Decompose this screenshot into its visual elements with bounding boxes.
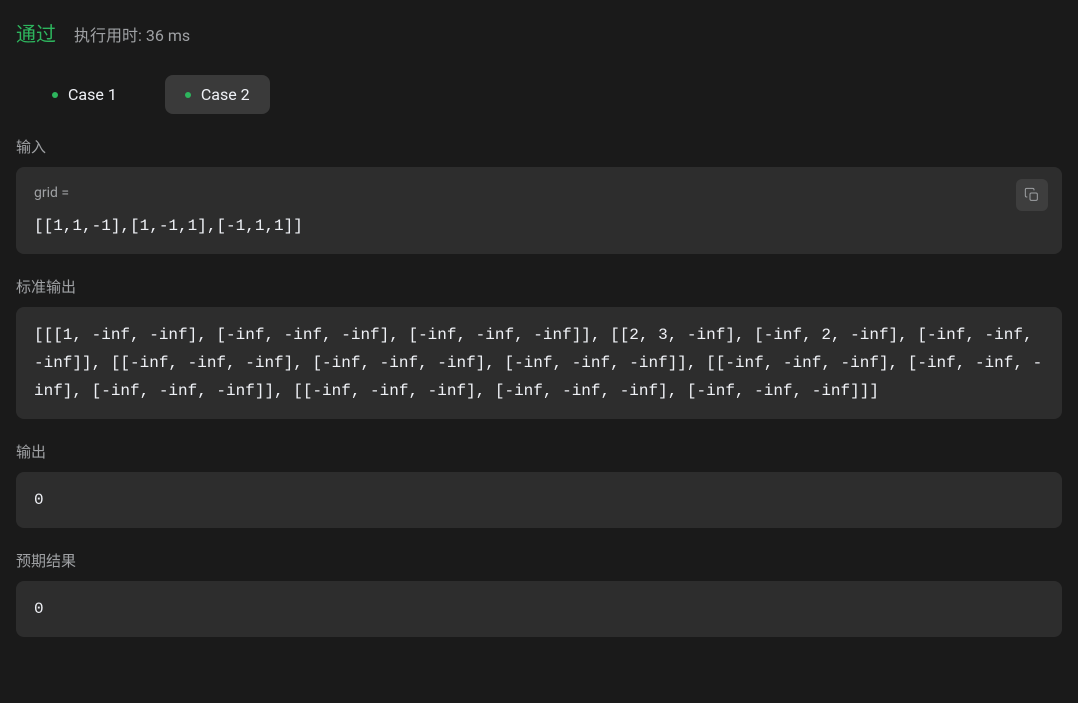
status-dot-icon: [185, 92, 191, 98]
input-label: 输入: [16, 136, 1062, 157]
output-value: 0: [34, 486, 1044, 514]
stdout-code-box: [[[1, -inf, -inf], [-inf, -inf, -inf], […: [16, 307, 1062, 419]
tab-label: Case 2: [201, 85, 250, 104]
copy-button[interactable]: [1016, 179, 1048, 211]
runtime-text: 执行用时: 36 ms: [74, 22, 190, 46]
tab-case-2[interactable]: Case 2: [165, 75, 270, 114]
input-code-box: grid = [[1,1,-1],[1,-1,1],[-1,1,1]]: [16, 167, 1062, 254]
output-label: 输出: [16, 441, 1062, 462]
status-text: 通过: [16, 18, 56, 47]
stdout-value: [[[1, -inf, -inf], [-inf, -inf, -inf], […: [34, 321, 1044, 405]
output-code-box: 0: [16, 472, 1062, 528]
input-section: 输入 grid = [[1,1,-1],[1,-1,1],[-1,1,1]]: [16, 136, 1062, 254]
result-header: 通过 执行用时: 36 ms: [16, 18, 1062, 47]
input-value: [[1,1,-1],[1,-1,1],[-1,1,1]]: [34, 212, 1044, 240]
stdout-label: 标准输出: [16, 276, 1062, 297]
param-name: grid =: [34, 181, 1044, 206]
testcase-tabs: Case 1 Case 2: [16, 75, 1062, 114]
expected-section: 预期结果 0: [16, 550, 1062, 637]
expected-label: 预期结果: [16, 550, 1062, 571]
expected-value: 0: [34, 595, 1044, 623]
copy-icon: [1024, 187, 1040, 203]
tab-label: Case 1: [68, 85, 117, 104]
tab-case-1[interactable]: Case 1: [32, 75, 137, 114]
output-section: 输出 0: [16, 441, 1062, 528]
stdout-section: 标准输出 [[[1, -inf, -inf], [-inf, -inf, -in…: [16, 276, 1062, 419]
expected-code-box: 0: [16, 581, 1062, 637]
status-dot-icon: [52, 92, 58, 98]
